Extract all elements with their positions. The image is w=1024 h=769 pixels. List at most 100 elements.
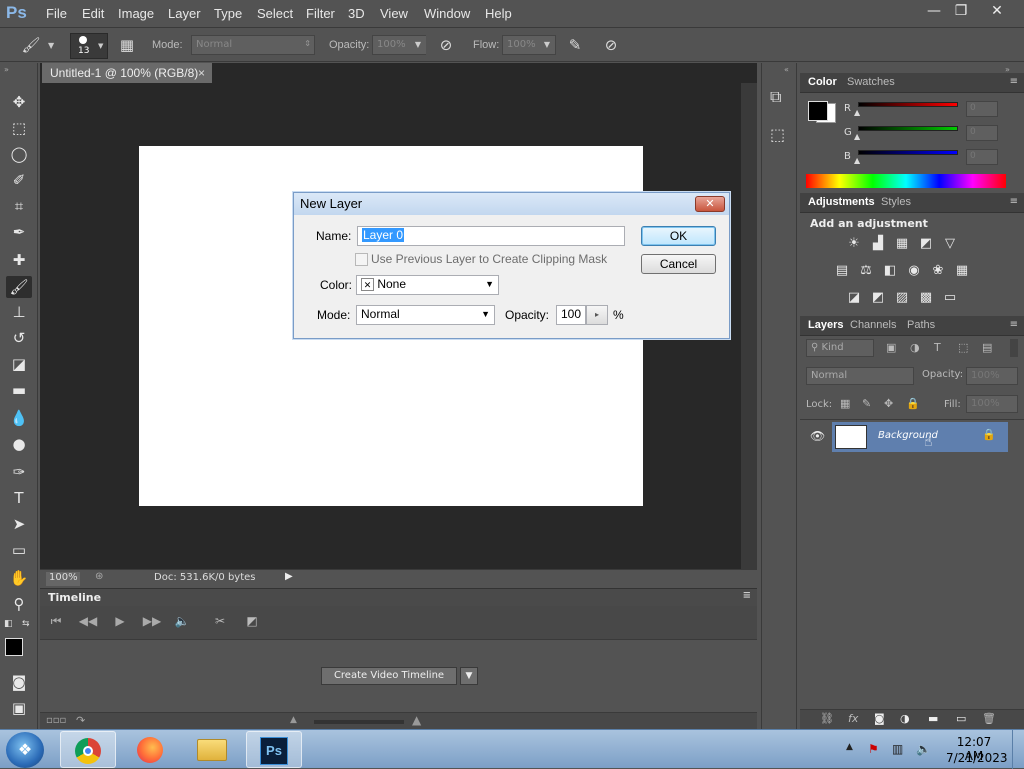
menu-image[interactable]: Image [118, 6, 154, 21]
foreground-color-swatch[interactable] [5, 638, 23, 656]
tab-color[interactable]: Color [808, 76, 837, 88]
menu-window[interactable]: Window [424, 6, 470, 21]
status-icon[interactable]: ⊛ [95, 571, 103, 582]
quick-selection-tool-icon[interactable]: ✐ [6, 169, 32, 191]
clone-stamp-tool-icon[interactable]: ⊥ [6, 301, 32, 323]
shape-tool-icon[interactable]: ▭ [6, 539, 32, 561]
link-layers-icon[interactable]: ⛓ [820, 712, 834, 725]
blur-tool-icon[interactable]: 💧 [6, 407, 32, 429]
chevron-down-icon[interactable]: ▼ [539, 36, 555, 54]
curves-icon[interactable]: ▦ [892, 235, 912, 253]
path-selection-tool-icon[interactable]: ➤ [6, 513, 32, 535]
panel-menu-icon[interactable]: ≡ [1010, 196, 1018, 207]
quick-mask-icon[interactable]: ◙ [6, 671, 32, 693]
menu-edit[interactable]: Edit [82, 6, 104, 21]
vibrance-icon[interactable]: ▽ [940, 235, 960, 253]
restore-button[interactable]: ❐ [948, 2, 974, 20]
green-slider[interactable] [858, 126, 958, 131]
zoom-tool-icon[interactable]: ⚲ [6, 593, 32, 615]
red-value[interactable]: 0 [966, 101, 998, 117]
eyedropper-tool-icon[interactable]: ✒ [6, 221, 32, 243]
layer-name-input[interactable]: Layer 0 [357, 226, 625, 246]
panel-menu-icon[interactable]: ≡ [1010, 319, 1018, 330]
tab-swatches[interactable]: Swatches [847, 76, 895, 88]
clock-date[interactable]: 7/21/2023 [946, 751, 1008, 765]
pen-tool-icon[interactable]: ✑ [6, 461, 32, 483]
transition-icon[interactable]: ◩ [242, 614, 262, 632]
slider-thumb-icon[interactable]: ▲ [854, 156, 860, 165]
properties-panel-icon[interactable]: ⬚ [770, 125, 785, 144]
healing-brush-tool-icon[interactable]: ✚ [6, 249, 32, 271]
gradient-tool-icon[interactable]: ▬ [6, 379, 32, 401]
mode-select[interactable]: Normal ⇕ [191, 35, 315, 55]
show-hidden-icons-icon[interactable]: ▲ [846, 742, 853, 752]
brush-tool-icon[interactable]: 🖌 [6, 276, 32, 298]
go-to-first-frame-icon[interactable]: ⏮ [46, 614, 66, 632]
lasso-tool-icon[interactable]: ◯ [6, 143, 32, 165]
close-window-button[interactable]: ✕ [984, 2, 1010, 20]
minimize-button[interactable]: — [921, 2, 947, 20]
brightness-contrast-icon[interactable]: ☀ [844, 235, 864, 253]
opacity-slider-toggle-icon[interactable]: ▸ [586, 305, 608, 325]
delete-layer-icon[interactable]: 🗑 [982, 712, 996, 725]
blue-value[interactable]: 0 [966, 149, 998, 165]
tab-layers[interactable]: Layers [808, 319, 843, 331]
panel-menu-icon[interactable]: ≡ [743, 590, 751, 601]
show-desktop-button[interactable] [1012, 730, 1024, 769]
zoom-in-icon[interactable]: ▲ [412, 713, 421, 727]
dialog-title-bar[interactable]: New Layer [294, 193, 729, 215]
crop-tool-icon[interactable]: ⌗ [6, 195, 32, 217]
tab-adjustments[interactable]: Adjustments [808, 196, 875, 208]
pressure-opacity-icon[interactable]: ⊘ [435, 34, 457, 56]
type-tool-icon[interactable]: T [6, 487, 32, 509]
network-icon[interactable]: ▥ [892, 742, 903, 756]
mode-select[interactable]: Normal ▼ [356, 305, 495, 325]
menu-layer[interactable]: Layer [168, 6, 201, 21]
filter-toggle[interactable] [1010, 339, 1018, 357]
dodge-tool-icon[interactable]: ● [6, 433, 32, 455]
chevron-down-icon[interactable]: ▼ [460, 667, 478, 685]
color-balance-icon[interactable]: ⚖ [856, 262, 876, 280]
move-tool-icon[interactable]: ✥ [6, 91, 32, 113]
split-at-playhead-icon[interactable]: ✂ [210, 614, 230, 632]
menu-type[interactable]: Type [214, 6, 242, 21]
chevron-down-icon[interactable]: ▼ [410, 36, 426, 54]
dialog-close-button[interactable]: ✕ [695, 196, 725, 212]
collapse-icon[interactable]: » [4, 65, 9, 74]
chrome-taskbar-button[interactable] [60, 731, 116, 768]
panel-menu-icon[interactable]: ≡ [1010, 76, 1018, 87]
lock-all-icon[interactable]: 🔒 [906, 397, 920, 410]
ok-button[interactable]: OK [641, 226, 716, 246]
default-colors-icon[interactable]: ◧ [4, 619, 13, 629]
document-tab[interactable]: Untitled-1 @ 100% (RGB/8) × [42, 63, 212, 83]
chevron-down-icon[interactable]: ▼ [48, 41, 54, 50]
slider-thumb-icon[interactable]: ▲ [854, 132, 860, 141]
explorer-taskbar-button[interactable] [184, 731, 240, 768]
clipping-mask-checkbox[interactable] [355, 253, 368, 266]
filter-pixel-icon[interactable]: ▣ [886, 341, 896, 354]
invert-icon[interactable]: ◪ [844, 289, 864, 307]
color-select[interactable]: ✕ None ▼ [356, 275, 499, 295]
zoom-out-icon[interactable]: ▲ [290, 715, 297, 725]
new-adjustment-layer-icon[interactable]: ◑ [900, 712, 910, 725]
brush-panel-toggle-icon[interactable]: ▦ [116, 34, 138, 56]
create-video-timeline-button[interactable]: Create Video Timeline [321, 667, 457, 685]
black-white-icon[interactable]: ◧ [880, 262, 900, 280]
visibility-eye-icon[interactable]: 👁 [810, 429, 825, 443]
start-button[interactable]: ❖ [6, 732, 44, 768]
channel-mixer-icon[interactable]: ❀ [928, 262, 948, 280]
timeline-zoom-slider[interactable] [314, 720, 404, 724]
fill-field[interactable]: 100% [966, 395, 1018, 413]
history-panel-icon[interactable]: ⧉ [770, 87, 781, 107]
pressure-size-icon[interactable]: ⊘ [600, 34, 622, 56]
green-value[interactable]: 0 [966, 125, 998, 141]
zoom-level[interactable]: 100% [46, 572, 80, 586]
next-frame-icon[interactable]: ▶▶ [142, 614, 162, 632]
slider-thumb-icon[interactable]: ▲ [854, 108, 860, 117]
menu-select[interactable]: Select [257, 6, 293, 21]
foreground-color-chip[interactable] [808, 101, 828, 121]
brush-tool-preset-icon[interactable]: 🖌 [20, 34, 42, 56]
blue-slider[interactable] [858, 150, 958, 155]
marquee-tool-icon[interactable]: ⬚ [6, 117, 32, 139]
menu-help[interactable]: Help [485, 6, 512, 21]
